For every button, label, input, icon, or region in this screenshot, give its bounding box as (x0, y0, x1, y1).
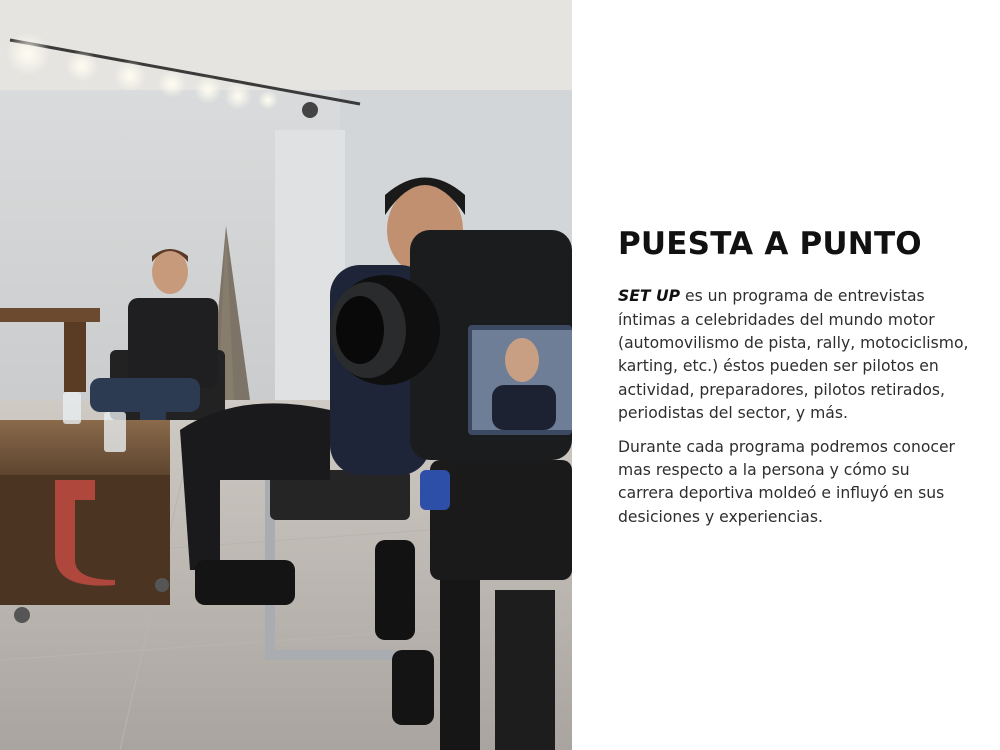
text-panel: PUESTA A PUNTO SET UP es un programa de … (618, 226, 970, 539)
intro-paragraph: SET UP es un programa de entrevistas ínt… (618, 285, 970, 425)
section-title: PUESTA A PUNTO (618, 226, 922, 262)
program-name: SET UP (618, 287, 681, 306)
intro-paragraph-text: es un programa de entrevistas íntimas a … (618, 287, 969, 423)
description-paragraph: Durante cada programa podremos conocer m… (618, 437, 955, 526)
interview-set-photo (0, 0, 572, 750)
